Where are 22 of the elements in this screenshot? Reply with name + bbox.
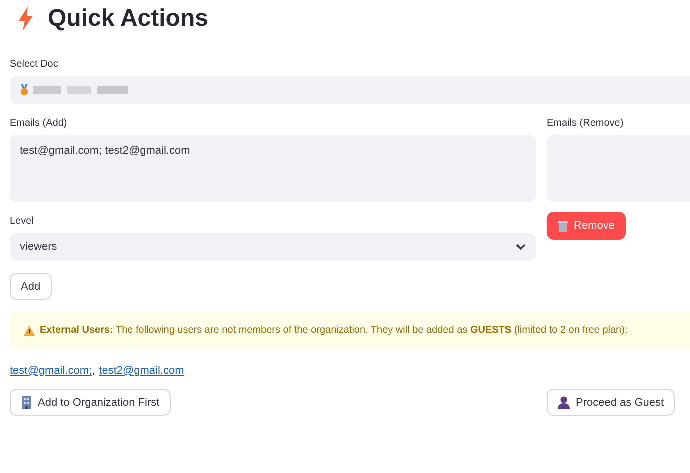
warning-text: External Users: The following users are not members of the organization. They will be added as GUESTS (limited to 2 on free plan): — [40, 325, 628, 336]
action-button[interactable]: Add to Organization First — [10, 389, 171, 416]
building-icon — [21, 396, 32, 409]
separator-text: , — [92, 365, 96, 377]
field-label: Select Doc — [10, 59, 60, 70]
warning-icon — [24, 326, 35, 336]
wastebasket-icon — [558, 220, 568, 232]
level-select[interactable]: viewers — [10, 233, 536, 261]
field-label: Emails (Add) — [10, 118, 68, 129]
action-button[interactable]: Proceed as Guest — [547, 389, 676, 416]
lightning-icon — [18, 7, 34, 31]
emails-add-field[interactable]: test@gmail.com; test2@gmail.com — [10, 135, 536, 202]
email-link[interactable]: test2@gmail.com — [99, 365, 184, 377]
field-label: Emails (Remove) — [547, 118, 625, 129]
email-link[interactable]: test@gmail.com; — [10, 365, 92, 377]
add-button[interactable]: Add — [10, 273, 52, 300]
field-label: Level — [10, 216, 35, 227]
doc-select[interactable] — [10, 76, 690, 104]
medal-icon — [20, 84, 29, 96]
page-title: Quick Actions — [48, 5, 208, 33]
person-icon — [558, 396, 570, 409]
chevron-down-icon — [516, 244, 526, 250]
